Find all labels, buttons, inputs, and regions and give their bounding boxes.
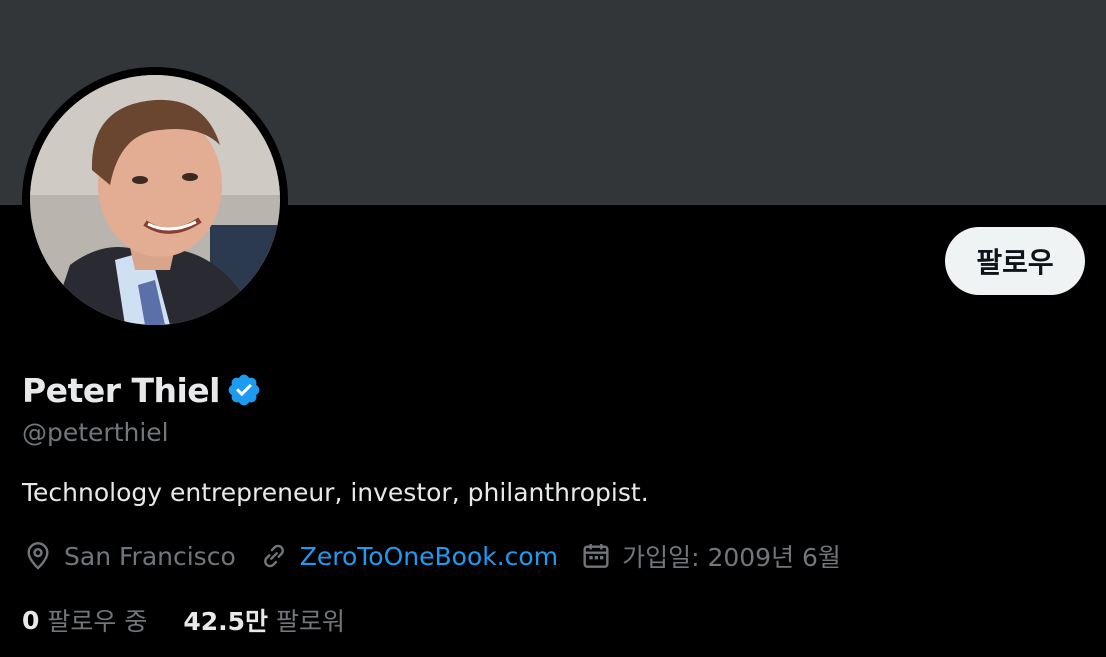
avatar[interactable] — [22, 67, 288, 333]
following-label: 팔로우 중 — [47, 607, 148, 636]
location-text: San Francisco — [64, 541, 236, 571]
followers-stat[interactable]: 42.5만 팔로워 — [183, 602, 345, 638]
followers-count: 42.5만 — [183, 607, 269, 636]
following-stat[interactable]: 0 팔로우 중 — [22, 602, 147, 638]
profile-stats: 0 팔로우 중 42.5만 팔로워 — [22, 600, 381, 640]
profile-bio: Technology entrepreneur, investor, phila… — [22, 478, 649, 507]
follow-button[interactable]: 팔로우 — [945, 227, 1085, 295]
location-item: San Francisco — [22, 540, 236, 572]
profile-name-row: Peter Thiel — [22, 366, 262, 414]
following-count: 0 — [22, 605, 40, 635]
joined-item: 가입일: 2009년 6월 — [580, 538, 841, 574]
website-link[interactable]: ZeroToOneBook.com — [300, 542, 558, 571]
calendar-icon — [583, 544, 609, 568]
verified-badge-icon[interactable] — [226, 372, 262, 408]
profile-name: Peter Thiel — [22, 370, 221, 410]
profile-meta: San Francisco ZeroToOneBook.com 가입일: 200… — [22, 536, 863, 576]
website-item[interactable]: ZeroToOneBook.com — [258, 540, 558, 572]
location-pin-icon — [27, 542, 49, 570]
link-icon — [263, 544, 284, 568]
joined-text: 가입일: 2009년 6월 — [622, 543, 841, 572]
profile-handle: @peterthiel — [22, 418, 169, 447]
followers-label: 팔로워 — [276, 607, 346, 636]
avatar-image[interactable] — [30, 75, 280, 325]
